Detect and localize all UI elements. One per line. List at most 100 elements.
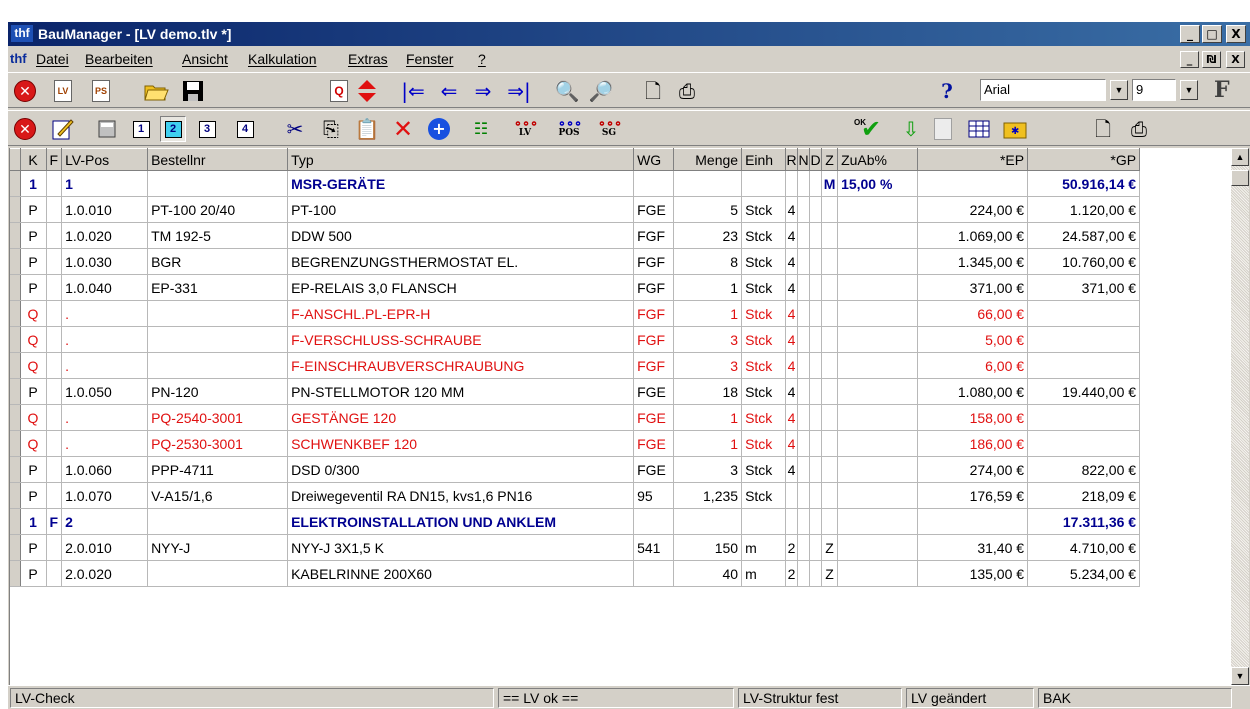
cell-z[interactable] — [821, 508, 839, 535]
cell-d[interactable] — [809, 560, 823, 587]
col-header-typ[interactable]: Typ — [287, 148, 635, 171]
cell-ep[interactable]: 224,00 € — [917, 196, 1029, 223]
cell-typ[interactable]: BEGRENZUNGSTHERMOSTAT EL. — [287, 248, 635, 275]
cell-z[interactable]: Z — [821, 534, 839, 561]
close-red-icon[interactable]: ✕ — [12, 116, 38, 142]
cell-wg[interactable]: FGE — [633, 404, 675, 431]
cell-bestellnr[interactable]: PT-100 20/40 — [147, 196, 289, 223]
col-header-ep[interactable]: *EP — [917, 148, 1029, 171]
cell-wg[interactable]: FGF — [633, 248, 675, 275]
cell-lv-pos[interactable]: 1.0.050 — [61, 378, 149, 405]
mdi-restore-button[interactable]: ₪ — [1202, 51, 1221, 68]
cell-menge[interactable]: 18 — [673, 378, 743, 405]
cell-r[interactable] — [785, 482, 799, 509]
cell-r[interactable]: 4 — [785, 222, 799, 249]
cell-ep[interactable]: 186,00 € — [917, 430, 1029, 457]
cell-d[interactable] — [809, 482, 823, 509]
cell-einh[interactable]: m — [741, 560, 787, 587]
cell-menge[interactable]: 3 — [673, 456, 743, 483]
structure-icon[interactable]: ☷ — [468, 116, 494, 142]
cell-z[interactable] — [821, 404, 839, 431]
cell-f[interactable] — [46, 300, 63, 327]
row-selector[interactable] — [10, 430, 21, 457]
cell-f[interactable] — [46, 222, 63, 249]
cell-d[interactable] — [809, 430, 823, 457]
table-row[interactable]: Q. F-EINSCHRAUBVERSCHRAUBUNG FGF 3 Stck 4 6,00… — [10, 352, 1141, 379]
cell-gp[interactable]: 371,00 € — [1027, 274, 1141, 301]
cell-z[interactable]: Z — [821, 560, 839, 587]
copy-icon[interactable]: ⎘ — [318, 116, 344, 142]
cell-typ[interactable]: F-EINSCHRAUBVERSCHRAUBUNG — [287, 352, 635, 379]
last-icon[interactable]: ⇒| — [506, 78, 532, 104]
next-icon[interactable]: ⇒ — [470, 78, 496, 104]
row-selector[interactable] — [10, 404, 21, 431]
col-header-n[interactable]: N — [797, 148, 811, 171]
cell-zuab[interactable] — [837, 534, 919, 561]
cell-z[interactable] — [821, 274, 839, 301]
cell-ep[interactable]: 5,00 € — [917, 326, 1029, 353]
table-row[interactable]: P 1.0.070 V-A15/1,6 Dreiwegeventil RA DN15,… — [10, 482, 1141, 509]
menu-ansicht[interactable]: Ansicht — [182, 51, 228, 67]
header-selector[interactable] — [10, 148, 21, 171]
pos-link-icon[interactable]: ⚬⚬⚬ POS — [552, 116, 586, 142]
cell-lv-pos[interactable]: 2.0.020 — [61, 560, 149, 587]
row-selector[interactable] — [10, 508, 21, 535]
cell-typ[interactable]: PN-STELLMOTOR 120 MM — [287, 378, 635, 405]
cell-r[interactable]: 4 — [785, 300, 799, 327]
cell-d[interactable] — [809, 274, 823, 301]
cell-gp[interactable] — [1027, 430, 1141, 457]
cell-k[interactable]: 1 — [20, 508, 47, 535]
col-header-k[interactable]: K — [20, 148, 47, 171]
cell-z[interactable] — [821, 352, 839, 379]
cell-r[interactable]: 4 — [785, 456, 799, 483]
cell-d[interactable] — [809, 326, 823, 353]
cell-wg[interactable]: FGF — [633, 274, 675, 301]
cell-n[interactable] — [797, 222, 811, 249]
cell-zuab[interactable] — [837, 196, 919, 223]
cell-typ[interactable]: SCHWENKBEF 120 — [287, 430, 635, 457]
cell-f[interactable]: F — [46, 508, 63, 535]
cell-f[interactable] — [46, 378, 63, 405]
cell-d[interactable] — [809, 222, 823, 249]
cell-n[interactable] — [797, 170, 811, 197]
edit-icon[interactable] — [50, 116, 76, 142]
view-4-icon[interactable]: 4 — [232, 116, 258, 142]
cell-menge[interactable]: 1 — [673, 274, 743, 301]
scroll-thumb[interactable] — [1231, 170, 1249, 186]
cell-f[interactable] — [46, 456, 63, 483]
cell-zuab[interactable] — [837, 404, 919, 431]
cell-wg[interactable]: 95 — [633, 482, 675, 509]
cell-r[interactable]: 4 — [785, 430, 799, 457]
cell-r[interactable]: 4 — [785, 326, 799, 353]
cell-f[interactable] — [46, 196, 63, 223]
cell-bestellnr[interactable]: PQ-2530-3001 — [147, 430, 289, 457]
cell-einh[interactable]: Stck — [741, 456, 787, 483]
table-row[interactable]: P 1.0.060 PPP-4711 DSD 0/300 FGE 3 Stck 4 274,00… — [10, 456, 1141, 483]
row-selector[interactable] — [10, 196, 21, 223]
cell-k[interactable]: 1 — [20, 170, 47, 197]
cell-z[interactable] — [821, 378, 839, 405]
cell-einh[interactable]: Stck — [741, 274, 787, 301]
menu-kalkulation[interactable]: Kalkulation — [248, 51, 317, 67]
help-icon[interactable]: ? — [934, 78, 960, 104]
cell-wg[interactable]: 541 — [633, 534, 675, 561]
cell-menge[interactable]: 3 — [673, 326, 743, 353]
cell-einh[interactable]: Stck — [741, 404, 787, 431]
cell-ep[interactable]: 1.069,00 € — [917, 222, 1029, 249]
table-row[interactable]: Q. PQ-2530-3001 SCHWENKBEF 120 FGE 1 Stck 4 186… — [10, 430, 1141, 457]
cell-bestellnr[interactable]: V-A15/1,6 — [147, 482, 289, 509]
cell-zuab[interactable] — [837, 482, 919, 509]
table-row[interactable]: Q. PQ-2540-3001 GESTÄNGE 120 FGE 1 Stck 4 158,0… — [10, 404, 1141, 431]
row-selector[interactable] — [10, 482, 21, 509]
cell-lv-pos[interactable]: 1.0.070 — [61, 482, 149, 509]
cell-d[interactable] — [809, 300, 823, 327]
cell-zuab[interactable] — [837, 508, 919, 535]
cell-lv-pos[interactable]: 2.0.010 — [61, 534, 149, 561]
row-selector[interactable] — [10, 456, 21, 483]
cell-menge[interactable]: 3 — [673, 352, 743, 379]
cell-typ[interactable]: EP-RELAIS 3,0 FLANSCH — [287, 274, 635, 301]
cell-z[interactable] — [821, 300, 839, 327]
cell-wg[interactable] — [633, 560, 675, 587]
cell-n[interactable] — [797, 534, 811, 561]
col-header-wg[interactable]: WG — [633, 148, 675, 171]
